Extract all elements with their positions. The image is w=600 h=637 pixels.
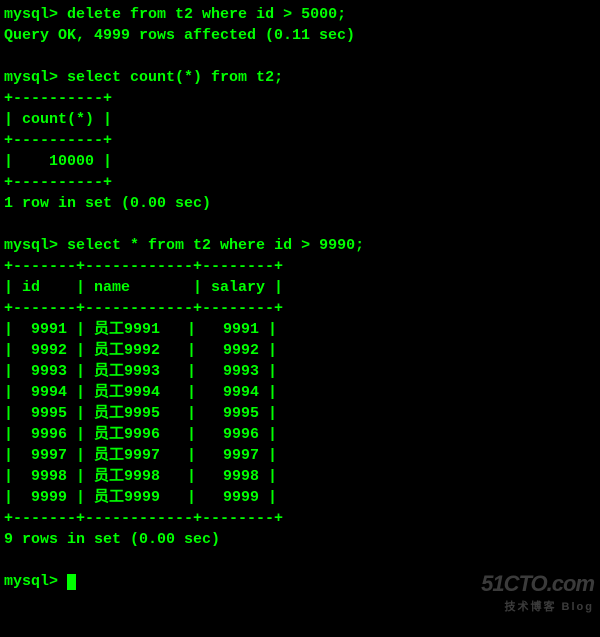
watermark-sub: 技术博客 Blog — [481, 600, 594, 615]
response-select: 9 rows in set (0.00 sec) — [4, 529, 596, 550]
prompt-line-3: mysql> select * from t2 where id > 9990; — [4, 235, 596, 256]
response-count: 1 row in set (0.00 sec) — [4, 193, 596, 214]
cursor-icon — [67, 574, 76, 590]
command-delete: delete from t2 where id > 5000; — [67, 6, 346, 23]
blank-line — [4, 46, 596, 67]
mysql-prompt: mysql> — [4, 237, 58, 254]
table-row: | 9993 | 员工9993 | 9993 | — [4, 361, 596, 382]
table1-border-mid: +----------+ — [4, 130, 596, 151]
table-row: | 9997 | 员工9997 | 9997 | — [4, 445, 596, 466]
table2-header: | id | name | salary | — [4, 277, 596, 298]
blank-line — [4, 550, 596, 571]
mysql-prompt: mysql> — [4, 6, 58, 23]
prompt-line-4[interactable]: mysql> — [4, 571, 596, 592]
table1-header: | count(*) | — [4, 109, 596, 130]
prompt-line-1: mysql> delete from t2 where id > 5000; — [4, 4, 596, 25]
table2-border-top: +-------+------------+--------+ — [4, 256, 596, 277]
response-delete: Query OK, 4999 rows affected (0.11 sec) — [4, 25, 596, 46]
mysql-prompt: mysql> — [4, 573, 58, 590]
table-row: | 9994 | 员工9994 | 9994 | — [4, 382, 596, 403]
table1-border-bot: +----------+ — [4, 172, 596, 193]
command-select: select * from t2 where id > 9990; — [67, 237, 364, 254]
table1-border-top: +----------+ — [4, 88, 596, 109]
table2-border-mid: +-------+------------+--------+ — [4, 298, 596, 319]
table-row: | 9992 | 员工9992 | 9992 | — [4, 340, 596, 361]
table-row: | 9998 | 员工9998 | 9998 | — [4, 466, 596, 487]
prompt-line-2: mysql> select count(*) from t2; — [4, 67, 596, 88]
table1-row: | 10000 | — [4, 151, 596, 172]
table2-body: | 9991 | 员工9991 | 9991 || 9992 | 员工9992 … — [4, 319, 596, 508]
command-count: select count(*) from t2; — [67, 69, 283, 86]
table-row: | 9996 | 员工9996 | 9996 | — [4, 424, 596, 445]
table-row: | 9999 | 员工9999 | 9999 | — [4, 487, 596, 508]
blank-line — [4, 214, 596, 235]
mysql-prompt: mysql> — [4, 69, 58, 86]
table-row: | 9995 | 员工9995 | 9995 | — [4, 403, 596, 424]
table2-border-bot: +-------+------------+--------+ — [4, 508, 596, 529]
table-row: | 9991 | 员工9991 | 9991 | — [4, 319, 596, 340]
